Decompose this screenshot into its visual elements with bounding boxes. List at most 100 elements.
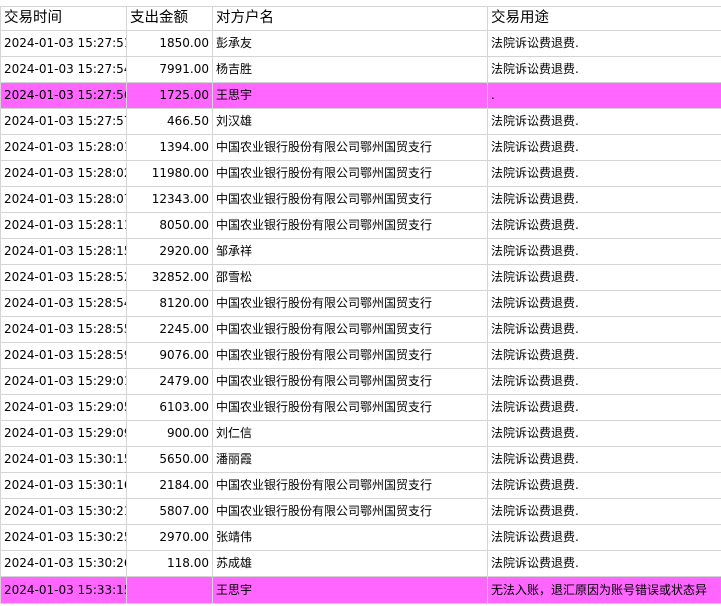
- cell-amount[interactable]: 900.00: [126, 420, 213, 447]
- cell-time[interactable]: 2024-01-03 15:30:26: [0, 550, 127, 577]
- cell-purpose[interactable]: 法院诉讼费退费.: [487, 342, 721, 369]
- cell-amount[interactable]: 118.00: [126, 550, 213, 577]
- cell-time[interactable]: 2024-01-03 15:28:55: [0, 316, 127, 343]
- cell-purpose[interactable]: 法院诉讼费退费.: [487, 290, 721, 317]
- cell-amount[interactable]: 7991.00: [126, 56, 213, 83]
- cell-time[interactable]: 2024-01-03 15:28:07: [0, 186, 127, 213]
- cell-purpose[interactable]: 法院诉讼费退费.: [487, 30, 721, 57]
- cell-purpose[interactable]: 法院诉讼费退费.: [487, 134, 721, 161]
- cell-amount[interactable]: 8050.00: [126, 212, 213, 239]
- cell-purpose[interactable]: 法院诉讼费退费.: [487, 56, 721, 83]
- table-row: 2024-01-03 15:27:54 7991.00 杨吉胜 法院诉讼费退费.: [0, 56, 721, 83]
- cell-purpose[interactable]: 法院诉讼费退费.: [487, 108, 721, 135]
- header-purpose[interactable]: 交易用途: [487, 6, 721, 31]
- cell-time[interactable]: 2024-01-03 15:30:16: [0, 472, 127, 499]
- cell-counterparty[interactable]: 张靖伟: [212, 524, 488, 551]
- table-row: 2024-01-03 15:30:26 118.00 苏成雄 法院诉讼费退费.: [0, 550, 721, 577]
- cell-purpose[interactable]: 法院诉讼费退费.: [487, 550, 721, 577]
- cell-counterparty[interactable]: 王思宇: [212, 576, 488, 604]
- cell-amount[interactable]: 32852.00: [126, 264, 213, 291]
- cell-purpose[interactable]: 法院诉讼费退费.: [487, 446, 721, 473]
- cell-amount[interactable]: 2184.00: [126, 472, 213, 499]
- cell-time[interactable]: 2024-01-03 15:30:25: [0, 524, 127, 551]
- cell-purpose[interactable]: 法院诉讼费退费.: [487, 368, 721, 395]
- cell-time[interactable]: 2024-01-03 15:27:57: [0, 108, 127, 135]
- cell-counterparty[interactable]: 中国农业银行股份有限公司鄂州国贸支行: [212, 212, 488, 239]
- cell-time[interactable]: 2024-01-03 15:28:01: [0, 134, 127, 161]
- cell-purpose[interactable]: 法院诉讼费退费.: [487, 264, 721, 291]
- cell-counterparty[interactable]: 中国农业银行股份有限公司鄂州国贸支行: [212, 290, 488, 317]
- header-counterparty[interactable]: 对方户名: [212, 6, 488, 31]
- cell-time[interactable]: 2024-01-03 15:27:54: [0, 56, 127, 83]
- cell-counterparty[interactable]: 刘仁信: [212, 420, 488, 447]
- table-row: 2024-01-03 15:30:15 5650.00 潘丽霞 法院诉讼费退费.: [0, 446, 721, 473]
- cell-counterparty[interactable]: 中国农业银行股份有限公司鄂州国贸支行: [212, 186, 488, 213]
- cell-amount[interactable]: 2245.00: [126, 316, 213, 343]
- cell-purpose[interactable]: 法院诉讼费退费.: [487, 212, 721, 239]
- cell-purpose[interactable]: 法院诉讼费退费.: [487, 238, 721, 265]
- cell-time[interactable]: 2024-01-03 15:28:02: [0, 160, 127, 187]
- cell-purpose[interactable]: .: [487, 82, 721, 109]
- cell-counterparty[interactable]: 中国农业银行股份有限公司鄂州国贸支行: [212, 368, 488, 395]
- cell-amount[interactable]: 11980.00: [126, 160, 213, 187]
- table-body: 2024-01-03 15:27:51 1850.00 彭承友 法院诉讼费退费. 202…: [0, 30, 721, 604]
- cell-amount[interactable]: 5807.00: [126, 498, 213, 525]
- cell-purpose[interactable]: 法院诉讼费退费.: [487, 498, 721, 525]
- cell-purpose[interactable]: 法院诉讼费退费.: [487, 186, 721, 213]
- cell-counterparty[interactable]: 邹承祥: [212, 238, 488, 265]
- table-row: 2024-01-03 15:27:51 1850.00 彭承友 法院诉讼费退费.: [0, 30, 721, 57]
- cell-time[interactable]: 2024-01-03 15:28:11: [0, 212, 127, 239]
- cell-amount[interactable]: 1850.00: [126, 30, 213, 57]
- cell-time[interactable]: 2024-01-03 15:29:09: [0, 420, 127, 447]
- cell-purpose[interactable]: 法院诉讼费退费.: [487, 420, 721, 447]
- cell-amount[interactable]: 466.50: [126, 108, 213, 135]
- cell-counterparty[interactable]: 中国农业银行股份有限公司鄂州国贸支行: [212, 498, 488, 525]
- cell-time[interactable]: 2024-01-03 15:28:52: [0, 264, 127, 291]
- header-amount[interactable]: 支出金额: [126, 6, 213, 31]
- table-row: 2024-01-03 15:28:52 32852.00 邵雪松 法院诉讼费退费.: [0, 264, 721, 291]
- cell-amount[interactable]: 6103.00: [126, 394, 213, 421]
- cell-time[interactable]: 2024-01-03 15:30:15: [0, 446, 127, 473]
- cell-time[interactable]: 2024-01-03 15:28:59: [0, 342, 127, 369]
- cell-amount[interactable]: 1394.00: [126, 134, 213, 161]
- cell-counterparty[interactable]: 中国农业银行股份有限公司鄂州国贸支行: [212, 160, 488, 187]
- cell-purpose[interactable]: 法院诉讼费退费.: [487, 524, 721, 551]
- cell-amount[interactable]: 12343.00: [126, 186, 213, 213]
- cell-purpose[interactable]: 法院诉讼费退费.: [487, 472, 721, 499]
- cell-amount[interactable]: [126, 576, 213, 604]
- cell-amount[interactable]: 2920.00: [126, 238, 213, 265]
- cell-amount[interactable]: 1725.00: [126, 82, 213, 109]
- cell-purpose[interactable]: 法院诉讼费退费.: [487, 394, 721, 421]
- table-row: 2024-01-03 15:27:56 1725.00 王思宇.: [0, 82, 721, 109]
- cell-time[interactable]: 2024-01-03 15:27:51: [0, 30, 127, 57]
- cell-amount[interactable]: 2479.00: [126, 368, 213, 395]
- header-time[interactable]: 交易时间: [0, 6, 127, 31]
- cell-counterparty[interactable]: 中国农业银行股份有限公司鄂州国贸支行: [212, 316, 488, 343]
- cell-time[interactable]: 2024-01-03 15:33:15: [0, 576, 127, 604]
- cell-amount[interactable]: 9076.00: [126, 342, 213, 369]
- table-row: 2024-01-03 15:29:09 900.00 刘仁信 法院诉讼费退费.: [0, 420, 721, 447]
- cell-counterparty[interactable]: 杨吉胜: [212, 56, 488, 83]
- cell-counterparty[interactable]: 苏成雄: [212, 550, 488, 577]
- cell-time[interactable]: 2024-01-03 15:29:01: [0, 368, 127, 395]
- cell-counterparty[interactable]: 彭承友: [212, 30, 488, 57]
- cell-counterparty[interactable]: 潘丽霞: [212, 446, 488, 473]
- cell-time[interactable]: 2024-01-03 15:28:54: [0, 290, 127, 317]
- cell-amount[interactable]: 2970.00: [126, 524, 213, 551]
- cell-counterparty[interactable]: 刘汉雄: [212, 108, 488, 135]
- cell-time[interactable]: 2024-01-03 15:29:05: [0, 394, 127, 421]
- cell-counterparty[interactable]: 中国农业银行股份有限公司鄂州国贸支行: [212, 394, 488, 421]
- cell-purpose[interactable]: 法院诉讼费退费.: [487, 316, 721, 343]
- cell-amount[interactable]: 5650.00: [126, 446, 213, 473]
- cell-counterparty[interactable]: 王思宇: [212, 82, 488, 109]
- cell-counterparty[interactable]: 中国农业银行股份有限公司鄂州国贸支行: [212, 134, 488, 161]
- cell-time[interactable]: 2024-01-03 15:27:56: [0, 82, 127, 109]
- cell-counterparty[interactable]: 中国农业银行股份有限公司鄂州国贸支行: [212, 342, 488, 369]
- cell-time[interactable]: 2024-01-03 15:28:15: [0, 238, 127, 265]
- cell-counterparty[interactable]: 中国农业银行股份有限公司鄂州国贸支行: [212, 472, 488, 499]
- cell-purpose[interactable]: 法院诉讼费退费.: [487, 160, 721, 187]
- cell-purpose[interactable]: 无法入账，退汇原因为账号错误或状态异: [487, 576, 721, 604]
- cell-time[interactable]: 2024-01-03 15:30:21: [0, 498, 127, 525]
- cell-counterparty[interactable]: 邵雪松: [212, 264, 488, 291]
- cell-amount[interactable]: 8120.00: [126, 290, 213, 317]
